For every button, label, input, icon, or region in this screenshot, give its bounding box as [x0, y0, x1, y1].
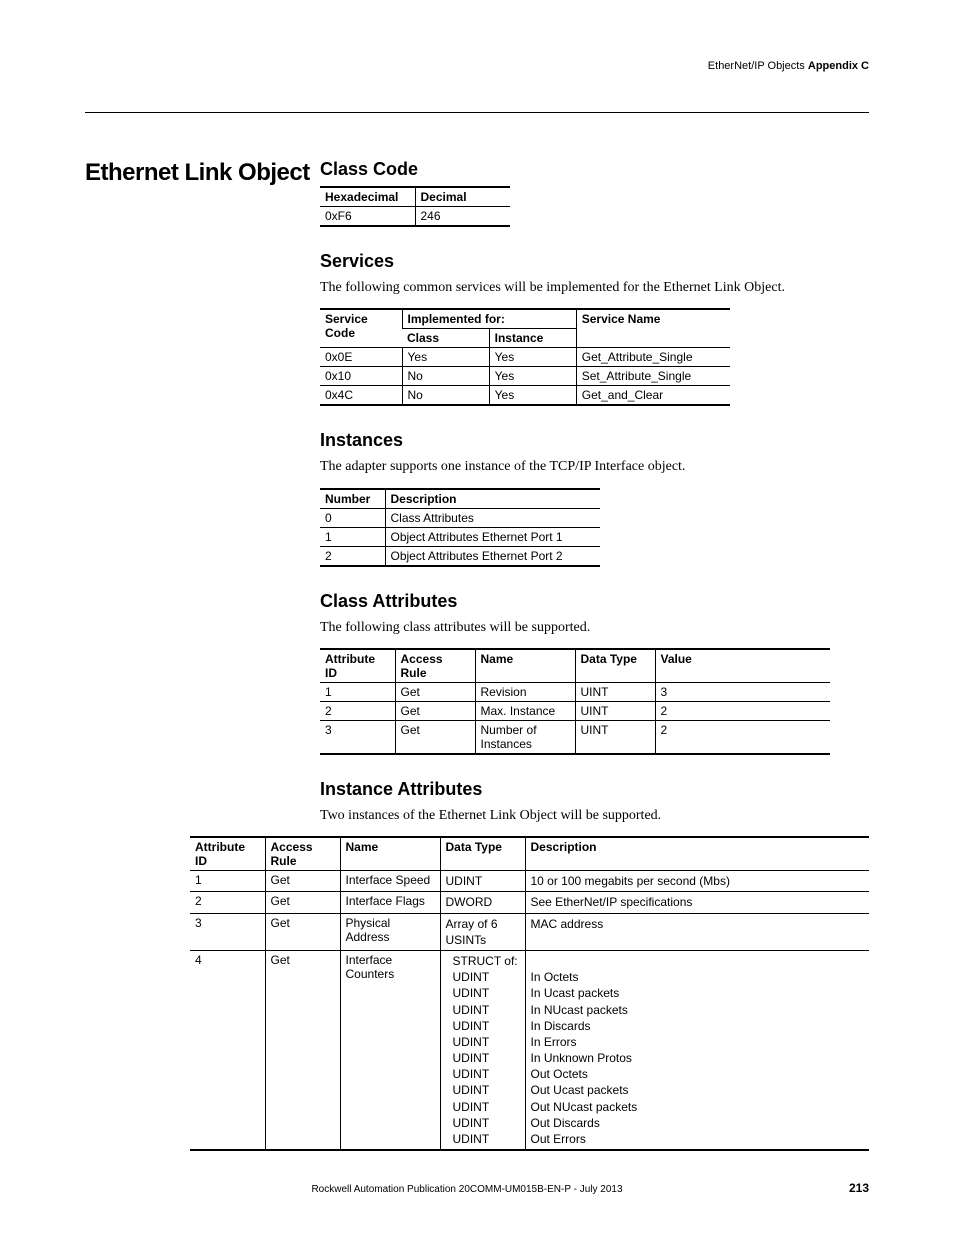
- class-code-block: Class Code Hexadecimal Decimal 0xF6 246: [320, 159, 869, 227]
- class-attrs-intro: The following class attributes will be s…: [320, 618, 869, 638]
- services-title: Services: [320, 251, 869, 272]
- table-row: 1 Get Revision UINT 3: [320, 682, 830, 701]
- section-title: Ethernet Link Object: [85, 159, 320, 187]
- table-row: 1 Object Attributes Ethernet Port 1: [320, 527, 600, 546]
- class-attrs-table: Attribute ID Access Rule Name Data Type …: [320, 648, 830, 755]
- instances-block: Instances The adapter supports one insta…: [320, 430, 869, 566]
- page-footer: Rockwell Automation Publication 20COMM-U…: [85, 1181, 869, 1195]
- th-number: Number: [320, 489, 385, 509]
- inst-attrs-title: Instance Attributes: [320, 779, 869, 800]
- class-code-table: Hexadecimal Decimal 0xF6 246: [320, 186, 510, 227]
- table-row: 4 Get Interface Counters STRUCT of: UDIN…: [190, 950, 869, 1150]
- services-table: Service Code Implemented for: Service Na…: [320, 308, 730, 406]
- header-rule: [85, 112, 869, 113]
- class-attrs-title: Class Attributes: [320, 591, 869, 612]
- services-intro: The following common services will be im…: [320, 278, 869, 298]
- th-svc-name: Service Name: [576, 309, 730, 348]
- footer-pub: Rockwell Automation Publication 20COMM-U…: [85, 1184, 849, 1195]
- table-row: 3 Get Number of Instances UINT 2: [320, 720, 830, 754]
- th-impl-for: Implemented for:: [402, 309, 576, 329]
- services-block: Services The following common services w…: [320, 251, 869, 406]
- class-code-title: Class Code: [320, 159, 869, 180]
- table-row: 0x0E Yes Yes Get_Attribute_Single: [320, 348, 730, 367]
- table-row: 0x4C No Yes Get_and_Clear: [320, 386, 730, 406]
- table-row: 0 Class Attributes: [320, 508, 600, 527]
- th-dec: Decimal: [415, 187, 510, 207]
- th-desc: Description: [385, 489, 600, 509]
- instances-intro: The adapter supports one instance of the…: [320, 457, 869, 477]
- table-row: 2 Get Max. Instance UINT 2: [320, 701, 830, 720]
- instances-table: Number Description 0 Class Attributes 1 …: [320, 488, 600, 567]
- table-row: 0x10 No Yes Set_Attribute_Single: [320, 367, 730, 386]
- td-hex: 0xF6: [320, 207, 415, 227]
- table-row: 2 Get Interface Flags DWORD See EtherNet…: [190, 892, 869, 913]
- instances-title: Instances: [320, 430, 869, 451]
- page-number: 213: [849, 1181, 869, 1195]
- th-instance: Instance: [489, 329, 576, 348]
- inst-attrs-table: Attribute ID Access Rule Name Data Type …: [190, 836, 869, 1151]
- table-row: 3 Get Physical Address Array of 6 USINTs…: [190, 913, 869, 950]
- td-dec: 246: [415, 207, 510, 227]
- inst-attrs-intro: Two instances of the Ethernet Link Objec…: [320, 806, 869, 826]
- header-left: EtherNet/IP Objects: [708, 60, 805, 72]
- th-svc-code: Service Code: [320, 309, 402, 348]
- header-right: Appendix C: [808, 60, 869, 72]
- table-row: 1 Get Interface Speed UDINT 10 or 100 me…: [190, 871, 869, 892]
- running-header: EtherNet/IP Objects Appendix C: [85, 60, 869, 72]
- inst-attrs-block: Instance Attributes Two instances of the…: [320, 779, 869, 1151]
- th-hex: Hexadecimal: [320, 187, 415, 207]
- th-class: Class: [402, 329, 489, 348]
- class-attrs-block: Class Attributes The following class att…: [320, 591, 869, 755]
- table-row: 2 Object Attributes Ethernet Port 2: [320, 546, 600, 566]
